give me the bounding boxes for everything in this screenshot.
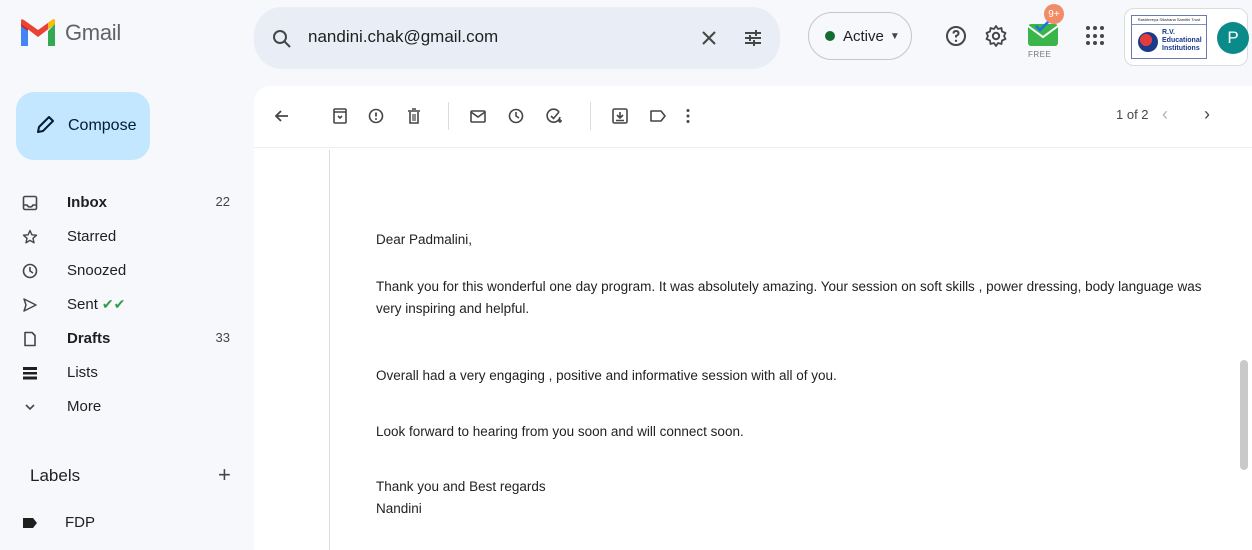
sidebar-item-snoozed[interactable]: Snoozed bbox=[0, 254, 250, 288]
sidebar-item-drafts[interactable]: Drafts 33 bbox=[0, 322, 250, 356]
add-label-icon[interactable]: + bbox=[218, 462, 231, 488]
send-icon bbox=[23, 298, 37, 312]
status-dot-icon bbox=[825, 31, 835, 41]
sidebar-item-lists[interactable]: Lists bbox=[0, 356, 250, 390]
add-to-tasks-icon[interactable] bbox=[544, 106, 564, 126]
gmail-logo[interactable]: Gmail bbox=[18, 18, 121, 48]
toolbar-divider bbox=[590, 102, 591, 130]
organization-name: R.V. Educational Institutions bbox=[1162, 29, 1202, 52]
sidebar-item-more[interactable]: More bbox=[0, 390, 250, 424]
extension-badge: 9+ bbox=[1044, 4, 1064, 24]
email-paragraph: Thank you for this wonderful one day pro… bbox=[376, 279, 1202, 316]
help-icon[interactable] bbox=[944, 24, 968, 48]
message-panel: 1 of 2 ‹ › Dear Padmalini, Thank you for… bbox=[254, 86, 1252, 550]
star-icon bbox=[22, 229, 38, 244]
snooze-icon[interactable] bbox=[506, 106, 526, 126]
sidebar-nav: Inbox 22 Starred Snoozed Sent ✔✔ Drafts 3… bbox=[0, 186, 250, 424]
compose-button[interactable]: Compose bbox=[16, 92, 150, 160]
email-paragraph: Look forward to hearing from you soon an… bbox=[376, 424, 744, 439]
search-input[interactable]: nandini.chak@gmail.com bbox=[308, 27, 498, 47]
app-name: Gmail bbox=[65, 20, 121, 45]
google-apps-icon[interactable] bbox=[1086, 26, 1106, 46]
more-options-icon[interactable] bbox=[678, 106, 698, 126]
clock-icon bbox=[22, 263, 38, 279]
extension-free-tag: FREE bbox=[1028, 50, 1052, 59]
settings-icon[interactable] bbox=[984, 24, 1008, 48]
compose-label: Compose bbox=[68, 117, 137, 134]
search-bar[interactable]: nandini.chak@gmail.com bbox=[254, 7, 780, 69]
pencil-icon bbox=[37, 116, 54, 133]
search-options-icon[interactable] bbox=[742, 27, 764, 49]
account-area[interactable]: Rashtreeya Sikshana Samithi Trust R.V. E… bbox=[1124, 8, 1249, 66]
archive-icon[interactable] bbox=[330, 106, 350, 126]
search-icon[interactable] bbox=[272, 29, 292, 49]
report-spam-icon[interactable] bbox=[366, 106, 386, 126]
status-button[interactable]: Active ▼ bbox=[808, 12, 912, 60]
back-icon[interactable] bbox=[272, 106, 292, 126]
delete-icon[interactable] bbox=[404, 106, 424, 126]
avatar[interactable]: P bbox=[1217, 22, 1249, 54]
sidebar-item-inbox[interactable]: Inbox 22 bbox=[0, 186, 250, 220]
previous-icon[interactable]: ‹ bbox=[1162, 104, 1168, 125]
mark-unread-icon[interactable] bbox=[468, 106, 488, 126]
pagination-text: 1 of 2 bbox=[1116, 107, 1149, 122]
status-label: Active bbox=[843, 27, 884, 45]
toolbar-divider bbox=[448, 102, 449, 130]
clear-search-icon[interactable] bbox=[698, 27, 720, 49]
label-as-icon[interactable] bbox=[648, 106, 668, 126]
email-paragraph: Overall had a very engaging , positive a… bbox=[376, 368, 837, 383]
thread-divider bbox=[329, 150, 330, 550]
sidebar-label-fdp[interactable]: FDP bbox=[22, 514, 95, 531]
organization-strip: Rashtreeya Sikshana Samithi Trust bbox=[1132, 16, 1206, 25]
email-closing: Thank you and Best regards bbox=[376, 479, 546, 494]
caret-down-icon: ▼ bbox=[889, 30, 900, 42]
message-toolbar: 1 of 2 ‹ › bbox=[254, 86, 1252, 148]
move-to-icon[interactable] bbox=[610, 106, 630, 126]
email-greeting: Dear Padmalini, bbox=[376, 232, 473, 247]
inbox-icon bbox=[22, 195, 38, 211]
inbox-count: 22 bbox=[215, 194, 230, 209]
gmail-m-icon bbox=[21, 19, 55, 46]
list-icon bbox=[23, 367, 37, 380]
scrollbar[interactable] bbox=[1240, 360, 1248, 470]
label-icon bbox=[23, 517, 37, 528]
next-icon[interactable]: › bbox=[1204, 104, 1210, 125]
drafts-count: 33 bbox=[215, 330, 230, 345]
organization-emblem-icon bbox=[1138, 32, 1158, 52]
draft-icon bbox=[24, 331, 36, 347]
labels-header: Labels bbox=[30, 466, 81, 485]
email-signature: Nandini bbox=[376, 501, 422, 516]
sidebar-item-sent[interactable]: Sent ✔✔ bbox=[0, 288, 250, 322]
double-check-icon: ✔✔ bbox=[101, 296, 126, 312]
chevron-down-icon bbox=[25, 404, 35, 411]
sidebar-item-starred[interactable]: Starred bbox=[0, 220, 250, 254]
organization-logo: Rashtreeya Sikshana Samithi Trust R.V. E… bbox=[1131, 15, 1207, 59]
mail-tracker-extension[interactable]: 9+ FREE bbox=[1022, 4, 1066, 64]
